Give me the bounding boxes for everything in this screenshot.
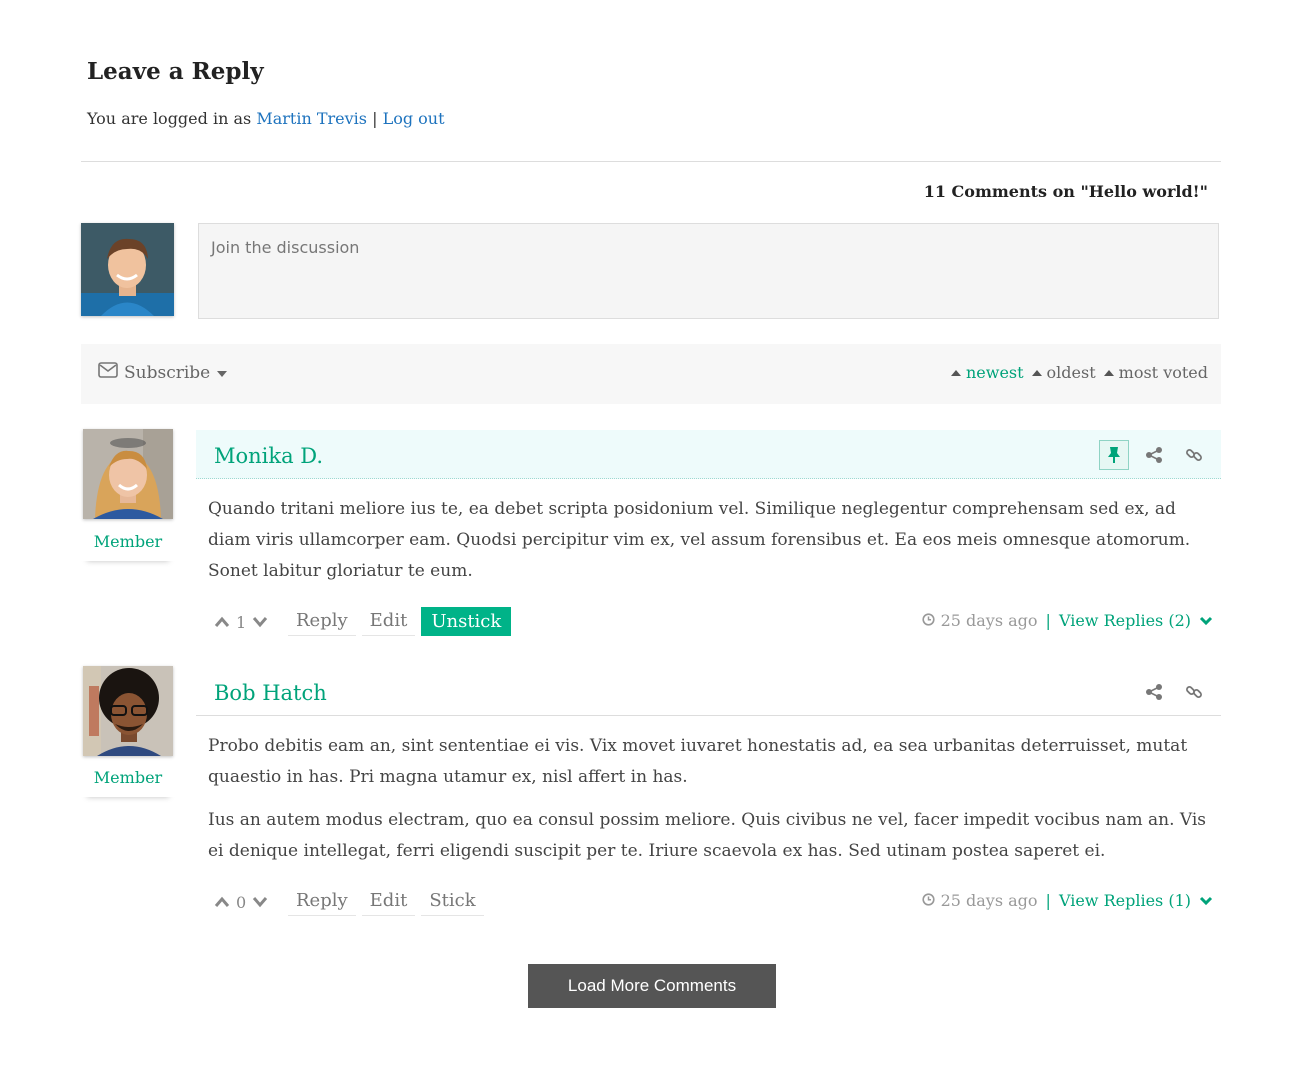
stick-button[interactable]: Stick [421,887,484,916]
load-more-button[interactable]: Load More Comments [528,964,776,1008]
subscribe-label: Subscribe [124,362,211,383]
chevron-down-icon[interactable] [1199,611,1213,630]
sort-options: newest oldest most voted [950,363,1208,382]
chevron-down-icon[interactable] [1199,891,1213,910]
vote-up-icon[interactable] [214,893,230,912]
comment-time: 25 days ago [921,611,1038,630]
comment-buttons: Reply Edit Unstick [288,607,512,636]
comment-text: Quando tritani meliore ius te, ea debet … [208,494,1208,587]
vote-count: 1 [236,613,247,632]
sort-label: oldest [1046,363,1096,382]
caret-up-icon [950,369,961,376]
comments-count: 11 Comments on "Hello world!" [923,182,1208,201]
envelope-icon [98,362,118,383]
comment-meta: 25 days ago | View Replies (1) [921,891,1213,910]
separator: | [372,109,378,128]
vote-down-icon[interactable] [252,893,268,912]
current-user-avatar [81,223,174,316]
view-replies-link[interactable]: View Replies (1) [1059,891,1191,910]
comment-author-link[interactable]: Monika D. [214,444,323,468]
comment-meta: 25 days ago | View Replies (2) [921,611,1213,630]
comment-paragraph: Ius an autem modus electram, quo ea cons… [208,810,1207,861]
vote-control: 1 [214,613,268,632]
comment-textarea[interactable] [199,224,1218,318]
comment-header: Bob Hatch [196,667,1221,716]
divider [81,161,1221,162]
comment-actions: 0 Reply Edit Stick 25 days ago | View Re… [208,887,1213,921]
comment-textarea-wrapper [198,223,1219,319]
role-badge: Member [81,532,175,561]
link-icon[interactable] [1179,677,1209,707]
meta-separator: | [1045,891,1051,910]
comment-avatar [83,429,173,519]
vote-down-icon[interactable] [252,613,268,632]
caret-down-icon [216,363,228,383]
page-title: Leave a Reply [87,58,264,85]
user-name-link[interactable]: Martin Trevis [256,109,367,128]
clock-icon [921,891,935,910]
logged-in-line: You are logged in as Martin Trevis | Log… [87,109,445,128]
unstick-button[interactable]: Unstick [421,607,512,636]
edit-button[interactable]: Edit [361,887,416,916]
comment-author-link[interactable]: Bob Hatch [214,681,327,705]
share-icon[interactable] [1139,677,1169,707]
view-replies-link[interactable]: View Replies (2) [1059,611,1191,630]
comment-text: Probo debitis eam an, sint sententiae ei… [208,731,1208,867]
comment-paragraph: Probo debitis eam an, sint sententiae ei… [208,736,1188,787]
time-label: 25 days ago [940,611,1038,630]
role-badge-wrap: Member [81,532,175,561]
comment-tools [1099,440,1209,470]
comment-tools [1139,677,1209,707]
sort-label: newest [965,363,1024,382]
sort-oldest[interactable]: oldest [1031,363,1096,382]
caret-up-icon [1103,369,1114,376]
vote-up-icon[interactable] [214,613,230,632]
meta-separator: | [1045,611,1051,630]
comment-paragraph: Quando tritani meliore ius te, ea debet … [208,499,1191,581]
logged-in-prefix: You are logged in as [87,109,252,128]
edit-button[interactable]: Edit [361,607,416,636]
caret-up-icon [1031,369,1042,376]
sort-newest[interactable]: newest [950,363,1024,382]
subscribe-dropdown[interactable]: Subscribe [98,362,228,383]
comment-avatar [83,666,173,756]
vote-count: 0 [236,893,247,912]
sort-label: most voted [1118,363,1208,382]
pin-icon[interactable] [1099,440,1129,470]
vote-control: 0 [214,893,268,912]
reply-button[interactable]: Reply [288,887,356,916]
comment-time: 25 days ago [921,891,1038,910]
sort-most-voted[interactable]: most voted [1103,363,1208,382]
comments-toolbar: Subscribe newest oldest most voted [81,344,1221,404]
role-badge-wrap: Member [81,768,175,797]
time-label: 25 days ago [940,891,1038,910]
link-icon[interactable] [1179,440,1209,470]
share-icon[interactable] [1139,440,1169,470]
comment-buttons: Reply Edit Stick [288,887,484,916]
clock-icon [921,611,935,630]
reply-button[interactable]: Reply [288,607,356,636]
role-badge: Member [81,768,175,797]
comment-actions: 1 Reply Edit Unstick 25 days ago | View … [208,607,1213,641]
logout-link[interactable]: Log out [383,109,445,128]
comment-header: Monika D. [196,430,1221,479]
